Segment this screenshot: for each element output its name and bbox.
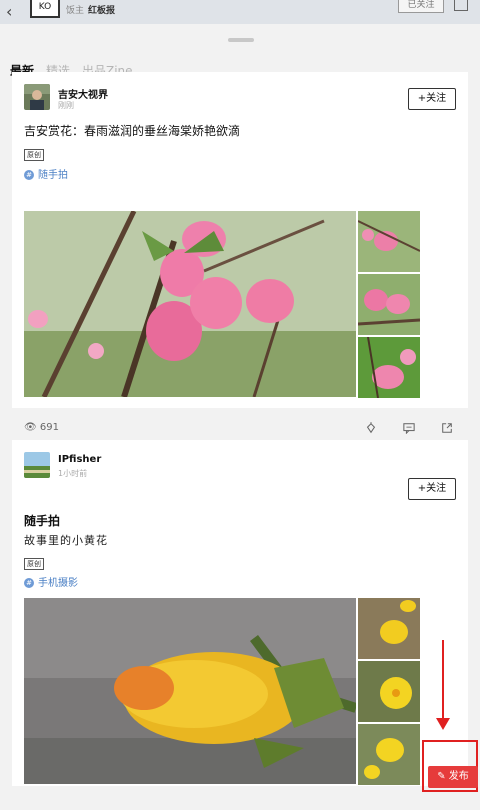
- creator-avatar-text: KO: [38, 2, 52, 12]
- publish-label: 发布: [448, 771, 469, 782]
- followed-button[interactable]: 已关注: [398, 0, 444, 13]
- post-thumb-2[interactable]: [358, 661, 420, 722]
- post-thumb-3[interactable]: [358, 337, 420, 398]
- follow-button[interactable]: +关注: [408, 88, 456, 110]
- comment-icon[interactable]: [402, 422, 416, 434]
- topic-label: 手机摄影: [38, 578, 78, 589]
- view-count: 👁 691: [24, 422, 59, 433]
- post-title[interactable]: 吉安赏花：春雨滋润的垂丝海棠娇艳欲滴: [24, 122, 240, 139]
- publish-button[interactable]: ✎ 发布: [428, 766, 478, 788]
- author-avatar[interactable]: [24, 452, 50, 478]
- hash-icon: #: [24, 578, 34, 588]
- topic-label: 随手拍: [38, 170, 68, 181]
- post-thumb-3[interactable]: [358, 724, 420, 785]
- hash-icon: #: [24, 170, 34, 180]
- creator-avatar[interactable]: KO: [30, 0, 60, 18]
- top-header: ‹ KO 饭主 红板报 已关注: [0, 0, 480, 24]
- view-count-value: 691: [39, 422, 59, 433]
- creator-label: 饭主: [66, 6, 85, 16]
- topic-link[interactable]: # 随手拍: [24, 166, 68, 181]
- back-icon[interactable]: ‹: [6, 2, 12, 21]
- post-thumb-1[interactable]: [358, 211, 420, 272]
- share-icon[interactable]: [454, 0, 468, 11]
- post-time: 刚刚: [58, 101, 74, 110]
- creator-name[interactable]: 红板报: [88, 3, 115, 16]
- follow-button[interactable]: +关注: [408, 478, 456, 500]
- drag-handle[interactable]: [228, 38, 254, 42]
- like-icon[interactable]: [364, 422, 378, 434]
- pen-icon: ✎: [437, 771, 446, 782]
- author-avatar[interactable]: [24, 84, 50, 110]
- author-name[interactable]: 吉安大视界: [58, 86, 108, 101]
- annotation-arrow-line: [442, 640, 444, 722]
- annotation-arrow-head: [436, 718, 450, 730]
- post-time: 1小时前: [58, 469, 88, 478]
- post-title[interactable]: 随手拍: [24, 512, 60, 529]
- original-tag: 原创: [24, 558, 44, 570]
- share-post-icon[interactable]: [440, 422, 454, 434]
- topic-link[interactable]: # 手机摄影: [24, 574, 78, 589]
- post-card[interactable]: 吉安大视界 刚刚 +关注 吉安赏花：春雨滋润的垂丝海棠娇艳欲滴 原创 # 随手拍: [12, 72, 468, 434]
- post-thumb-1[interactable]: [358, 598, 420, 659]
- original-tag: 原创: [24, 149, 44, 161]
- post-main-image[interactable]: [24, 598, 356, 784]
- post-card[interactable]: IPfisher 1小时前 +关注 随手拍 故事里的小黄花 原创 # 手机摄影: [12, 440, 468, 786]
- eye-icon: 👁: [24, 422, 37, 433]
- post-thumb-2[interactable]: [358, 274, 420, 335]
- author-name[interactable]: IPfisher: [58, 454, 101, 465]
- post-subtitle: 故事里的小黄花: [24, 534, 108, 547]
- post-main-image[interactable]: [24, 211, 356, 397]
